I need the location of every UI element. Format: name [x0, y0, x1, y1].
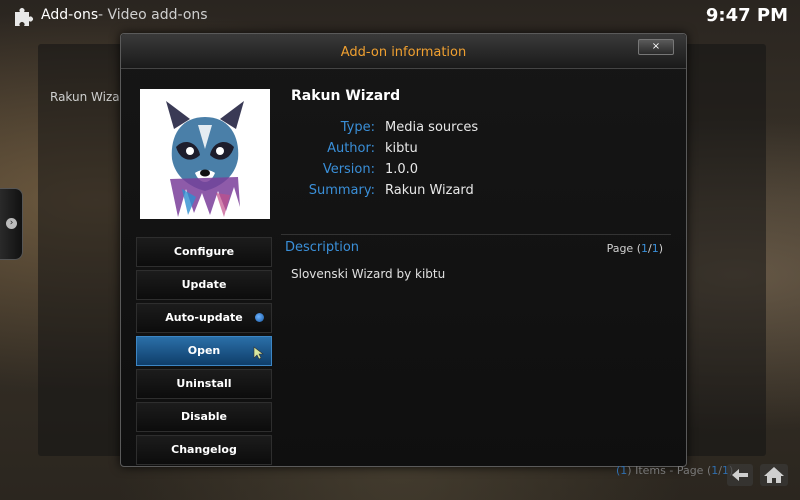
uninstall-button-label: Uninstall — [176, 377, 232, 390]
info-row-summary: Summary: Rakun Wizard — [281, 183, 681, 201]
addon-thumbnail — [140, 89, 270, 219]
update-button-label: Update — [181, 278, 227, 291]
clock: 9:47 PM — [705, 5, 788, 26]
close-icon: × — [651, 41, 661, 52]
version-value: 1.0.0 — [385, 162, 419, 177]
side-menu-tab[interactable]: › — [0, 188, 23, 260]
info-row-type: Type: Media sources — [281, 120, 681, 138]
configure-button[interactable]: Configure — [136, 237, 272, 267]
changelog-button[interactable]: Changelog — [136, 435, 272, 465]
items-page-count: (1) Items - Page (1/1) — [616, 464, 733, 477]
addon-info-dialog: Add-on information × Rakun Wizard Type: … — [120, 33, 687, 467]
description-page-indicator: Page (1/1) — [606, 242, 663, 255]
uninstall-button[interactable]: Uninstall — [136, 369, 272, 399]
summary-label: Summary: — [308, 183, 375, 198]
home-icon — [764, 467, 784, 483]
info-row-version: Version: 1.0.0 — [281, 162, 681, 180]
list-item[interactable]: Rakun Wizar — [50, 90, 125, 104]
description-title: Description — [285, 240, 360, 255]
breadcrumb-subsection: - Video add-ons — [98, 7, 208, 23]
info-row-author: Author: kibtu — [281, 141, 681, 159]
open-button-label: Open — [187, 344, 221, 357]
back-arrow-icon — [732, 469, 748, 481]
home-button[interactable] — [760, 464, 788, 486]
version-label: Version: — [322, 162, 375, 177]
open-button[interactable]: Open — [136, 336, 272, 366]
top-bar: Add-ons - Video add-ons 9:47 PM — [0, 0, 800, 32]
description-panel[interactable]: Description Page (1/1) Slovenski Wizard … — [281, 234, 671, 455]
author-value: kibtu — [385, 141, 418, 156]
action-buttons: Configure Update Auto-update Open Uninst… — [136, 237, 272, 468]
changelog-button-label: Changelog — [171, 443, 237, 456]
dialog-title: Add-on information — [340, 45, 467, 60]
addon-name: Rakun Wizard — [291, 88, 401, 104]
breadcrumb-section: Add-ons — [41, 7, 99, 23]
auto-update-label: Auto-update — [165, 311, 243, 324]
type-value: Media sources — [385, 120, 479, 135]
chevron-right-icon: › — [6, 218, 17, 229]
puzzle-icon — [15, 8, 33, 26]
update-button[interactable]: Update — [136, 270, 272, 300]
summary-value: Rakun Wizard — [385, 183, 474, 198]
disable-button[interactable]: Disable — [136, 402, 272, 432]
mouse-pointer-icon — [253, 346, 264, 360]
back-button[interactable] — [727, 464, 753, 486]
disable-button-label: Disable — [181, 410, 227, 423]
radio-indicator-icon — [255, 313, 264, 322]
configure-button-label: Configure — [173, 245, 235, 258]
close-button[interactable]: × — [638, 39, 674, 55]
type-label: Type: — [340, 120, 375, 135]
author-label: Author: — [327, 141, 375, 156]
description-text: Slovenski Wizard by kibtu — [291, 267, 446, 281]
dialog-header: Add-on information × — [121, 34, 686, 69]
auto-update-toggle[interactable]: Auto-update — [136, 303, 272, 333]
